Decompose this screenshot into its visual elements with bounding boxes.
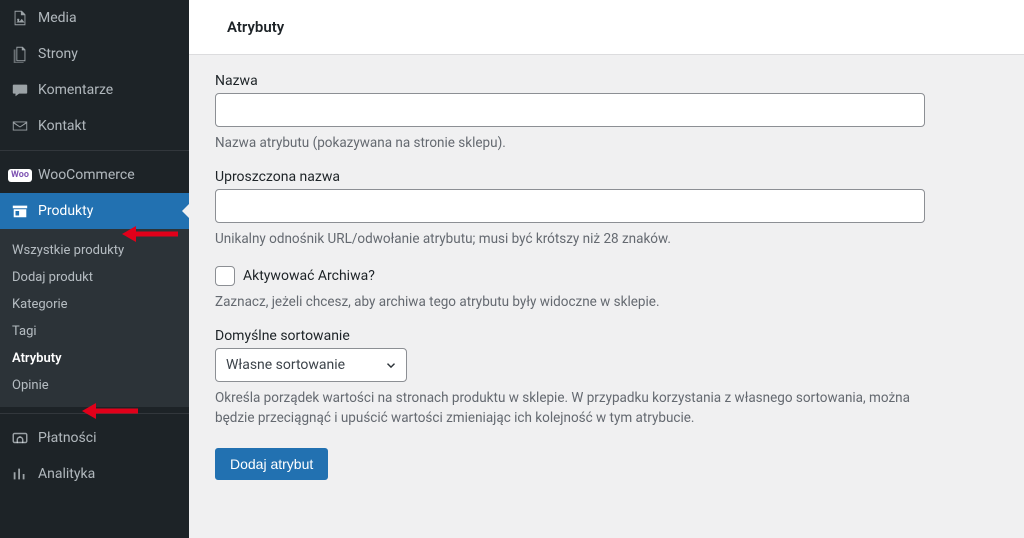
slug-help: Unikalny odnośnik URL/odwołanie atrybutu… [215,229,925,249]
page-title: Atrybuty [189,0,1024,55]
sidebar-item-woocommerce[interactable]: Woo WooCommerce [0,150,189,193]
mail-icon [10,116,30,136]
submenu-item-reviews[interactable]: Opinie [0,372,189,399]
sidebar-item-label: Płatności [38,430,97,446]
archive-label: Aktywować Archiwa? [243,268,375,284]
submenu-item-tags[interactable]: Tagi [0,318,189,345]
sort-select[interactable]: Własne sortowanie [215,348,407,382]
chevron-down-icon [384,358,398,372]
sidebar-item-analytics[interactable]: Analityka [0,456,189,492]
submenu-item-all-products[interactable]: Wszystkie produkty [0,237,189,264]
sort-selected-value: Własne sortowanie [226,357,345,373]
submenu-item-categories[interactable]: Kategorie [0,291,189,318]
sidebar-item-label: Analityka [38,466,95,482]
sidebar-item-label: Media [38,10,77,26]
sidebar-item-contact[interactable]: Kontakt [0,108,189,144]
admin-sidebar: Media Strony Komentarze Kontakt [0,0,189,538]
sidebar-item-label: WooCommerce [38,167,135,183]
name-input[interactable] [215,93,925,127]
sidebar-item-products[interactable]: Produkty [0,193,189,229]
media-icon [10,8,30,28]
sidebar-item-media[interactable]: Media [0,0,189,36]
sidebar-item-label: Komentarze [38,82,113,98]
pages-icon [10,44,30,64]
name-label: Nazwa [215,73,998,89]
sort-help: Określa porządek wartości na stronach pr… [215,388,925,429]
payments-icon [10,428,30,448]
slug-input[interactable] [215,189,925,223]
sidebar-item-pages[interactable]: Strony [0,36,189,72]
woo-icon: Woo [10,165,30,185]
main-content: Atrybuty Nazwa Nazwa atrybutu (pokazywan… [189,0,1024,538]
products-icon [10,201,30,221]
comments-icon [10,80,30,100]
archive-help: Zaznacz, jeżeli chcesz, aby archiwa tego… [215,292,925,312]
sidebar-item-label: Kontakt [38,118,86,134]
add-attribute-button[interactable]: Dodaj atrybut [215,448,328,480]
name-help: Nazwa atrybutu (pokazywana na stronie sk… [215,133,925,153]
analytics-icon [10,464,30,484]
sidebar-item-label: Produkty [38,203,93,219]
submenu-item-add-product[interactable]: Dodaj produkt [0,264,189,291]
sort-label: Domyślne sortowanie [215,328,998,344]
archive-checkbox[interactable] [215,266,235,286]
sidebar-item-payments[interactable]: Płatności [0,413,189,456]
products-submenu: Wszystkie produkty Dodaj produkt Kategor… [0,229,189,407]
sidebar-item-comments[interactable]: Komentarze [0,72,189,108]
sidebar-item-label: Strony [38,46,78,62]
submenu-item-attributes[interactable]: Atrybuty [0,345,189,372]
slug-label: Uproszczona nazwa [215,169,998,185]
